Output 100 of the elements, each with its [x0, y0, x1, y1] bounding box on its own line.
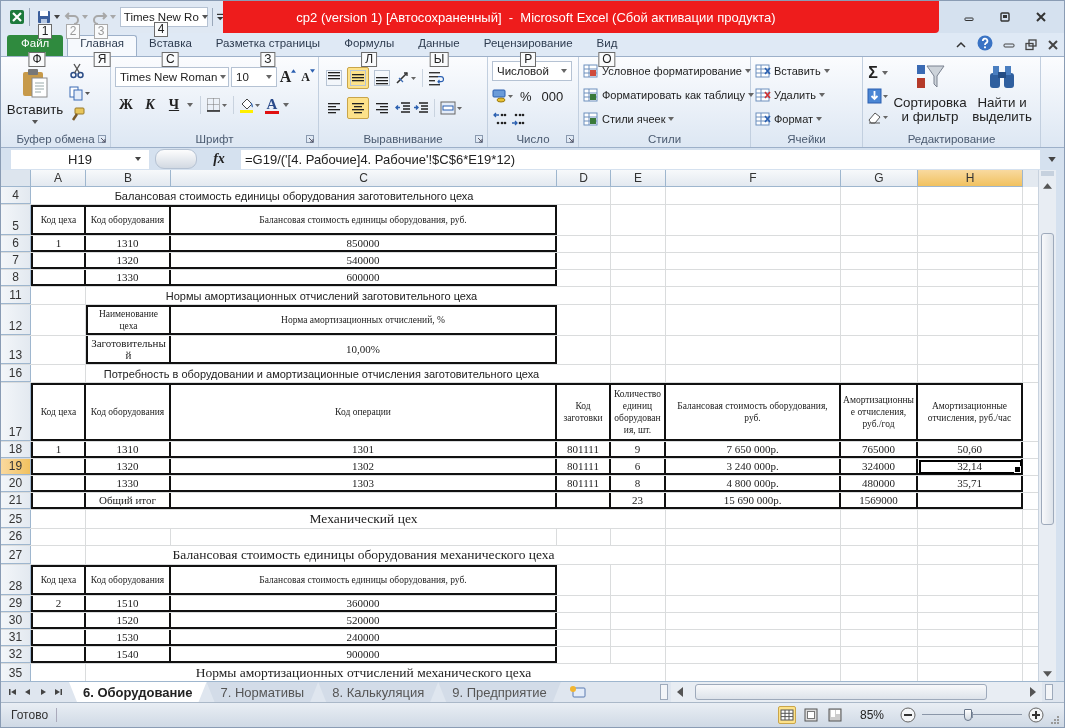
font-color-button[interactable]: A	[263, 95, 281, 115]
help-icon[interactable]	[977, 35, 993, 51]
align-bottom-button[interactable]	[371, 67, 393, 89]
row-header[interactable]: 5	[1, 205, 31, 235]
autosum-button[interactable]: Σ	[867, 63, 889, 83]
close-icon[interactable]	[1047, 39, 1059, 51]
resize-handle[interactable]	[155, 149, 197, 169]
customize-caret-icon[interactable]	[216, 12, 223, 22]
currency-icon[interactable]	[492, 88, 514, 104]
fill-color-icon[interactable]	[239, 97, 261, 113]
column-header[interactable]: F	[666, 170, 841, 187]
cells-menu-button[interactable]: Формат	[755, 109, 830, 129]
page-layout-view-button[interactable]	[801, 706, 820, 724]
row-header[interactable]: 35	[1, 664, 31, 681]
column-header[interactable]: H	[918, 170, 1023, 187]
column-header[interactable]: B	[86, 170, 171, 187]
dialog-launcher-icon[interactable]	[306, 134, 314, 143]
split-handle[interactable]	[1041, 171, 1054, 176]
sheet-tab[interactable]: 8. Калькуляция	[318, 682, 439, 702]
zoom-in-button[interactable]	[1028, 707, 1044, 723]
align-middle-button[interactable]	[347, 67, 369, 89]
copy-icon[interactable]	[69, 85, 91, 101]
row-header[interactable]: 30	[1, 613, 31, 629]
font-size-field[interactable]: 10	[231, 67, 277, 87]
row-header[interactable]: 18	[1, 442, 31, 458]
decrease-indent-icon[interactable]	[395, 100, 411, 116]
styles-menu-button[interactable]: Стили ячеек	[583, 109, 755, 129]
last-sheet-icon[interactable]	[52, 687, 63, 697]
row-header[interactable]: 28	[1, 565, 31, 595]
font-name-field[interactable]: Times New Roman	[115, 67, 229, 87]
row-header[interactable]: 4	[1, 187, 31, 204]
wrap-text-icon[interactable]	[428, 70, 444, 86]
dialog-launcher-icon[interactable]	[98, 134, 106, 143]
row-header[interactable]: 16	[1, 365, 31, 382]
percent-button[interactable]: %	[516, 86, 536, 106]
align-top-button[interactable]	[323, 67, 345, 89]
column-header[interactable]: D	[557, 170, 611, 187]
row-header[interactable]: 7	[1, 253, 31, 269]
row-header[interactable]: 8	[1, 270, 31, 286]
styles-menu-button[interactable]: Форматировать как таблицу	[583, 85, 755, 105]
sheet-tab[interactable]: 9. Предприятие	[438, 682, 561, 702]
row-header[interactable]: 12	[1, 305, 31, 335]
row-header[interactable]: 25	[1, 510, 31, 528]
column-header[interactable]: A	[31, 170, 86, 187]
thousands-separator-button[interactable]: 000	[537, 86, 568, 106]
zoom-out-button[interactable]	[900, 707, 916, 723]
text-orientation-icon[interactable]	[395, 70, 417, 86]
formula-field[interactable]: =G19/('[4. Рабочие]4. Рабочие'!$C$6*E19*12)	[241, 149, 1040, 169]
name-box[interactable]: H19	[11, 149, 149, 169]
increase-indent-icon[interactable]	[413, 100, 429, 116]
row-header[interactable]: 19	[1, 459, 31, 475]
row-header[interactable]: 20	[1, 476, 31, 492]
normal-view-button[interactable]	[777, 706, 796, 724]
row-header[interactable]: 27	[1, 546, 31, 564]
page-break-view-button[interactable]	[825, 706, 844, 724]
grow-font-button[interactable]: A	[279, 67, 297, 87]
bold-button[interactable]: Ж	[115, 95, 137, 115]
insert-function-button[interactable]: fx	[201, 151, 237, 167]
dialog-launcher-icon[interactable]	[475, 134, 483, 143]
sort-filter-button[interactable]: Сортировка и фильтр	[893, 61, 967, 124]
split-handle[interactable]	[659, 684, 668, 700]
caret-icon[interactable]	[135, 157, 141, 161]
increase-decimal-icon[interactable]	[492, 111, 508, 127]
row-header[interactable]: 26	[1, 529, 31, 545]
find-select-button[interactable]: Найти и выделить	[971, 61, 1033, 124]
scroll-left-icon[interactable]	[676, 687, 683, 697]
caret-icon[interactable]	[187, 103, 193, 107]
cells-menu-button[interactable]: Удалить	[755, 85, 830, 105]
row-header[interactable]: 13	[1, 336, 31, 364]
underline-button[interactable]: Ч	[163, 95, 185, 115]
sheet-tab[interactable]: 7. Нормативы	[206, 682, 319, 702]
horizontal-scrollbar[interactable]	[670, 682, 1042, 702]
resize-grip-icon[interactable]	[1050, 715, 1060, 725]
merge-cells-icon[interactable]	[440, 100, 462, 116]
row-header[interactable]: 32	[1, 647, 31, 663]
slider-thumb[interactable]	[964, 709, 972, 721]
spreadsheet-logo-icon[interactable]	[9, 9, 25, 25]
first-sheet-icon[interactable]	[7, 687, 18, 697]
row-header[interactable]: 21	[1, 493, 31, 509]
column-header[interactable]: E	[611, 170, 666, 187]
borders-icon[interactable]	[206, 97, 228, 113]
dialog-launcher-icon[interactable]	[566, 134, 574, 143]
row-header[interactable]: 31	[1, 630, 31, 646]
sheet-tab[interactable]: 6. Оборудование	[69, 682, 207, 702]
row-header[interactable]: 11	[1, 287, 31, 304]
scissors-icon[interactable]	[69, 63, 85, 79]
format-painter-icon[interactable]	[69, 107, 85, 123]
scroll-down-icon[interactable]	[1043, 671, 1052, 677]
shrink-font-button[interactable]: A	[299, 67, 317, 87]
vertical-scrollbar[interactable]	[1038, 170, 1056, 681]
restore-icon[interactable]	[1025, 39, 1037, 51]
scroll-up-icon[interactable]	[1043, 183, 1052, 189]
fill-down-icon[interactable]	[867, 88, 889, 104]
column-header[interactable]: G	[841, 170, 918, 187]
scroll-right-icon[interactable]	[1030, 687, 1036, 697]
decrease-decimal-icon[interactable]	[510, 111, 526, 127]
italic-button[interactable]: К	[139, 95, 161, 115]
row-header[interactable]: 17	[1, 383, 31, 441]
zoom-level[interactable]: 85%	[859, 708, 884, 722]
column-header[interactable]: C	[171, 170, 557, 187]
